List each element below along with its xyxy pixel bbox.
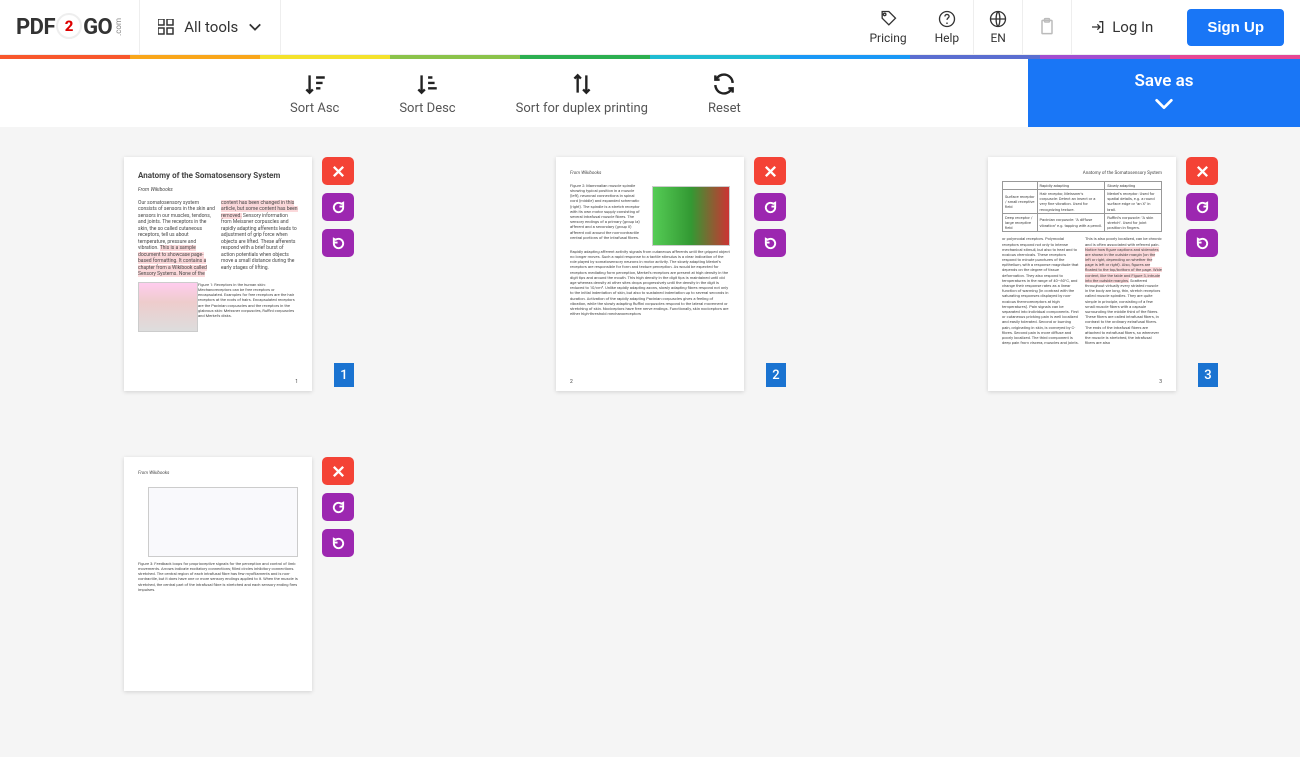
logo[interactable]: PDF 2 GO .com: [0, 14, 139, 40]
page-thumbnail[interactable]: From Wikibooks Figure 2: Mammalian muscl…: [556, 157, 744, 391]
delete-page-button[interactable]: [754, 157, 786, 185]
logo-2: 2: [56, 13, 82, 39]
close-icon: [763, 164, 778, 179]
clipboard-icon: [1037, 17, 1057, 37]
sort-asc-button[interactable]: Sort Asc: [280, 65, 349, 122]
page-slot: From Wikibooks Figure 3: Feedback loops …: [0, 457, 432, 757]
rotate-ccw-button[interactable]: [322, 229, 354, 257]
rotate-ccw-icon: [1195, 236, 1210, 251]
close-icon: [331, 464, 346, 479]
delete-page-button[interactable]: [322, 457, 354, 485]
page-controls: [322, 157, 354, 257]
login-label: Log In: [1112, 18, 1153, 36]
sort-asc-label: Sort Asc: [290, 101, 339, 116]
rotate-ccw-icon: [331, 536, 346, 551]
rotate-ccw-button[interactable]: [754, 229, 786, 257]
pricing-link[interactable]: Pricing: [855, 0, 920, 55]
page-thumbnail[interactable]: From Wikibooks Figure 3: Feedback loops …: [124, 457, 312, 691]
close-icon: [1195, 164, 1210, 179]
page-controls: [322, 457, 354, 557]
close-icon: [331, 164, 346, 179]
language-selector[interactable]: EN: [974, 0, 1022, 55]
grid-icon: [158, 19, 174, 35]
rotate-ccw-button[interactable]: [322, 529, 354, 557]
page-doc-title: Anatomy of the Somatosensory System: [138, 171, 298, 181]
rotate-cw-button[interactable]: [754, 193, 786, 221]
signup-button[interactable]: Sign Up: [1187, 9, 1284, 46]
page-doc-author: From Wikibooks: [138, 187, 298, 194]
pricing-label: Pricing: [869, 31, 906, 45]
page-number-badge: 2: [766, 363, 786, 387]
all-tools-label: All tools: [184, 18, 238, 36]
reset-button[interactable]: Reset: [698, 65, 751, 122]
tag-icon: [878, 9, 898, 29]
help-link[interactable]: Help: [921, 0, 974, 55]
rotate-ccw-button[interactable]: [1186, 229, 1218, 257]
login-icon: [1090, 19, 1106, 35]
page-controls: [1186, 157, 1218, 257]
delete-page-button[interactable]: [1186, 157, 1218, 185]
delete-page-button[interactable]: [322, 157, 354, 185]
rotate-cw-button[interactable]: [322, 493, 354, 521]
tool-group: Sort Asc Sort Desc Sort for duplex print…: [0, 59, 751, 127]
toolbar: Sort Asc Sort Desc Sort for duplex print…: [0, 59, 1300, 127]
sort-desc-label: Sort Desc: [399, 101, 455, 116]
chevron-down-icon: [248, 20, 262, 34]
language-label: EN: [990, 31, 1005, 45]
page-controls: [754, 157, 786, 257]
sort-asc-icon: [302, 71, 328, 97]
save-as-label: Save as: [1134, 71, 1193, 91]
page-slot: From Wikibooks Figure 2: Mammalian muscl…: [432, 157, 864, 457]
reset-label: Reset: [708, 101, 741, 116]
save-as-button[interactable]: Save as: [1028, 59, 1300, 127]
rotate-ccw-icon: [331, 236, 346, 251]
globe-icon: [988, 9, 1008, 29]
sort-duplex-button[interactable]: Sort for duplex printing: [506, 65, 658, 122]
chevron-down-icon: [1153, 93, 1175, 115]
toolbar-spacer: [751, 59, 1028, 127]
page-workspace: Anatomy of the Somatosensory System From…: [0, 127, 1300, 757]
rotate-cw-button[interactable]: [1186, 193, 1218, 221]
logo-com: .com: [114, 18, 123, 36]
rotate-cw-icon: [331, 200, 346, 215]
rotate-cw-icon: [331, 500, 346, 515]
page-number-badge: 3: [1198, 363, 1218, 387]
header: PDF 2 GO .com All tools Pricing Help EN …: [0, 0, 1300, 55]
rotate-cw-icon: [1195, 200, 1210, 215]
clipboard-button[interactable]: [1023, 0, 1071, 55]
reset-icon: [711, 71, 737, 97]
help-label: Help: [935, 31, 960, 45]
logo-pdf: PDF: [16, 15, 55, 40]
page-slot: Anatomy of the Somatosensory System Rapi…: [864, 157, 1296, 457]
rotate-cw-icon: [763, 200, 778, 215]
sort-duplex-label: Sort for duplex printing: [516, 101, 648, 116]
page-thumbnail[interactable]: Anatomy of the Somatosensory System Rapi…: [988, 157, 1176, 391]
rotate-cw-button[interactable]: [322, 193, 354, 221]
logo-go: GO: [83, 15, 112, 40]
login-button[interactable]: Log In: [1072, 0, 1171, 55]
all-tools-menu[interactable]: All tools: [140, 0, 280, 55]
page-thumbnail[interactable]: Anatomy of the Somatosensory System From…: [124, 157, 312, 391]
sort-duplex-icon: [569, 71, 595, 97]
help-icon: [937, 9, 957, 29]
page-slot: Anatomy of the Somatosensory System From…: [0, 157, 432, 457]
divider: [280, 0, 281, 55]
rotate-ccw-icon: [763, 236, 778, 251]
page-number-badge: 1: [334, 363, 354, 387]
sort-desc-icon: [414, 71, 440, 97]
sort-desc-button[interactable]: Sort Desc: [389, 65, 465, 122]
